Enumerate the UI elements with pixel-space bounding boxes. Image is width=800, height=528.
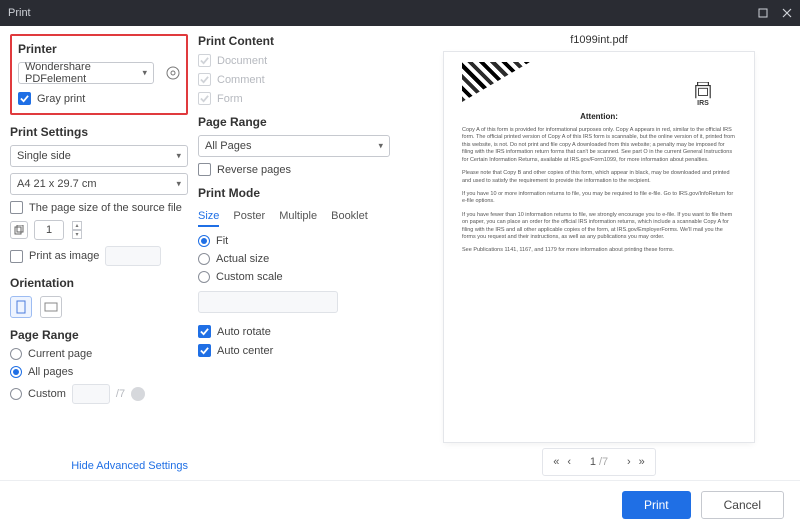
preview-paragraph: Please note that Copy B and other copies… xyxy=(462,170,736,185)
pager-last[interactable]: » xyxy=(639,456,645,468)
preview-filename: f1099int.pdf xyxy=(570,34,628,46)
chevron-down-icon: ▾ xyxy=(176,151,181,162)
middle-panel: Print Content Document Comment Form Page… xyxy=(198,26,398,480)
print-as-image-dpi xyxy=(105,246,161,266)
copies-stepper[interactable]: ▴▾ xyxy=(72,221,82,239)
auto-center-checkbox[interactable]: Auto center xyxy=(198,344,390,357)
printer-select-value: Wondershare PDFelement xyxy=(25,61,135,85)
orientation-landscape[interactable] xyxy=(40,296,62,318)
print-as-image-label: Print as image xyxy=(29,250,99,262)
collate-icon[interactable] xyxy=(10,221,28,239)
preview-paragraph: If you have fewer than 10 information re… xyxy=(462,212,736,242)
actual-size-radio[interactable]: Actual size xyxy=(198,253,390,265)
printer-select[interactable]: Wondershare PDFelement ▾ xyxy=(18,62,154,84)
help-icon[interactable] xyxy=(131,387,145,401)
close-icon[interactable] xyxy=(782,8,792,18)
custom-scale-radio[interactable]: Custom scale xyxy=(198,271,390,283)
preview-paragraph: If you have 10 or more information retur… xyxy=(462,191,736,206)
paper-select[interactable]: A4 21 x 29.7 cm▾ xyxy=(10,173,188,195)
print-as-image-checkbox[interactable]: Print as image xyxy=(10,246,188,266)
chevron-down-icon: ▾ xyxy=(176,179,181,190)
copies-input[interactable]: 1 xyxy=(34,220,64,240)
irs-logo: IRS xyxy=(692,82,714,107)
page-preview: IRS Attention: Copy A of this form is pr… xyxy=(444,52,754,442)
mid-page-range-title: Page Range xyxy=(198,115,390,129)
footer: Print Cancel xyxy=(0,480,800,528)
maximize-icon[interactable] xyxy=(758,8,768,18)
tab-booklet[interactable]: Booklet xyxy=(331,210,368,227)
pager-total: /7 xyxy=(599,456,608,468)
attention-heading: Attention: xyxy=(462,112,736,121)
source-size-label: The page size of the source file xyxy=(29,202,182,214)
printer-highlight-box: Printer Wondershare PDFelement ▾ Gray pr… xyxy=(10,34,188,115)
printer-section-title: Printer xyxy=(18,42,180,56)
content-form-checkbox[interactable]: Form xyxy=(198,92,390,105)
chevron-down-icon: ▾ xyxy=(142,68,147,79)
printer-properties-icon[interactable] xyxy=(166,66,180,80)
left-panel: Printer Wondershare PDFelement ▾ Gray pr… xyxy=(0,26,198,480)
fit-radio[interactable]: Fit xyxy=(198,235,390,247)
orientation-portrait[interactable] xyxy=(10,296,32,318)
preview-paragraph: See Publications 1141, 1167, and 1179 fo… xyxy=(462,247,736,254)
orientation-title: Orientation xyxy=(10,276,188,290)
auto-rotate-checkbox[interactable]: Auto rotate xyxy=(198,325,390,338)
print-mode-tabs: Size Poster Multiple Booklet xyxy=(198,210,390,227)
advanced-settings-link[interactable]: Hide Advanced Settings xyxy=(10,450,188,472)
current-page-radio[interactable]: Current page xyxy=(10,348,188,360)
titlebar: Print xyxy=(0,0,800,26)
page-range-select[interactable]: All Pages▾ xyxy=(198,135,390,157)
pager: « ‹ 1 /7 › » xyxy=(542,448,656,476)
pager-next[interactable]: › xyxy=(627,456,631,468)
preview-panel: f1099int.pdf IRS Attention: Copy A of th… xyxy=(398,26,800,480)
source-size-checkbox[interactable]: The page size of the source file xyxy=(10,201,188,214)
print-content-title: Print Content xyxy=(198,34,390,48)
custom-scale-input xyxy=(198,291,338,313)
gray-print-checkbox[interactable]: Gray print xyxy=(18,92,180,105)
pager-prev[interactable]: ‹ xyxy=(567,456,571,468)
tab-poster[interactable]: Poster xyxy=(233,210,265,227)
print-settings-title: Print Settings xyxy=(10,125,188,139)
custom-range-radio[interactable]: Custom xyxy=(10,388,66,400)
preview-paragraph: Copy A of this form is provided for info… xyxy=(462,127,736,164)
sides-select[interactable]: Single side▾ xyxy=(10,145,188,167)
chevron-down-icon: ▾ xyxy=(378,141,383,152)
print-button[interactable]: Print xyxy=(622,491,691,519)
all-pages-radio[interactable]: All pages xyxy=(10,366,188,378)
tab-size[interactable]: Size xyxy=(198,210,219,227)
app-body: Printer Wondershare PDFelement ▾ Gray pr… xyxy=(0,26,800,480)
reverse-pages-checkbox[interactable]: Reverse pages xyxy=(198,163,390,176)
cancel-button[interactable]: Cancel xyxy=(701,491,784,519)
flag-icon xyxy=(462,62,530,102)
range-total: /7 xyxy=(116,388,125,400)
tab-multiple[interactable]: Multiple xyxy=(279,210,317,227)
custom-range-input[interactable] xyxy=(72,384,110,404)
gray-print-label: Gray print xyxy=(37,93,85,105)
content-comment-checkbox[interactable]: Comment xyxy=(198,73,390,86)
print-mode-title: Print Mode xyxy=(198,186,390,200)
pager-first[interactable]: « xyxy=(553,456,559,468)
pager-current[interactable]: 1 xyxy=(590,456,596,468)
window-title: Print xyxy=(8,7,31,19)
content-document-checkbox[interactable]: Document xyxy=(198,54,390,67)
left-page-range-title: Page Range xyxy=(10,328,188,342)
